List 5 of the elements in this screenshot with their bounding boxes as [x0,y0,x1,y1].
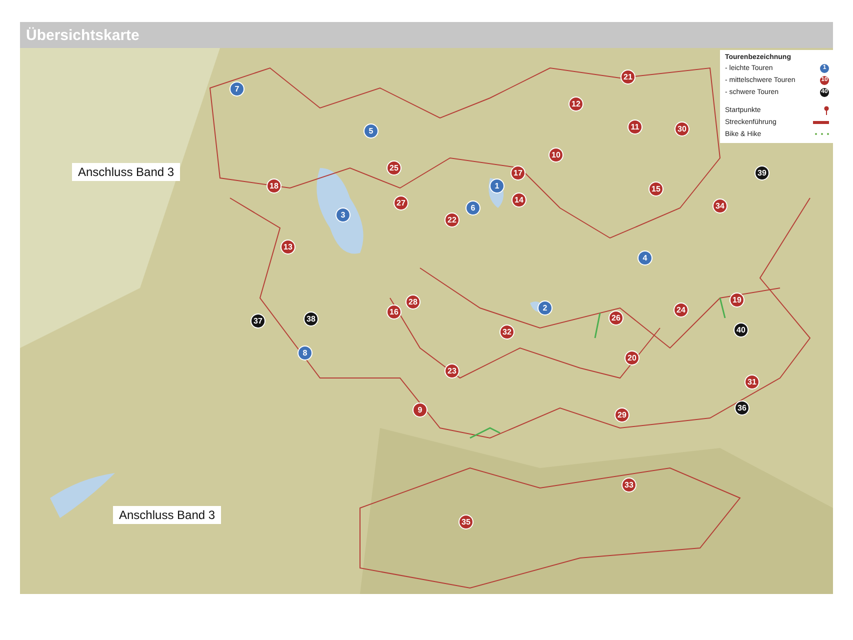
pin-icon [824,106,829,114]
connection-label: Anschluss Band 3 [113,506,222,524]
connection-label: Anschluss Band 3 [72,163,180,181]
dotted-line-icon [815,133,829,135]
map-title: Übersichtskarte [20,22,833,48]
